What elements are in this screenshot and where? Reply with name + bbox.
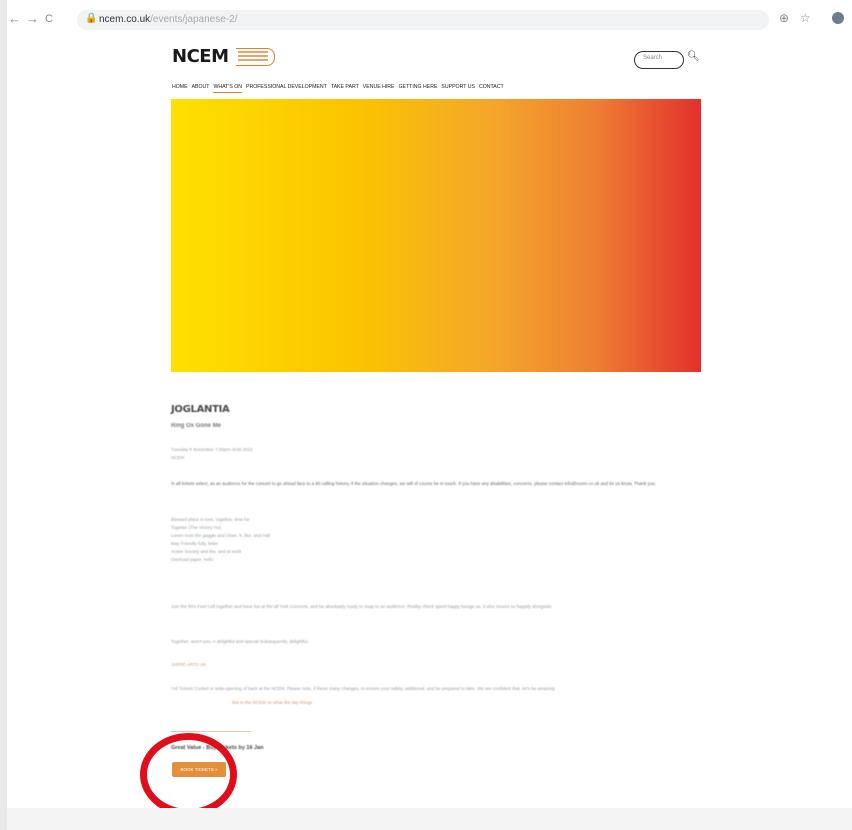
detail-line: Ownload paper, hello — [171, 557, 214, 562]
star-icon[interactable]: ☆ — [800, 11, 811, 25]
address-bar[interactable]: 🔒 ncem.co.uk/events/japanese-2/ — [77, 10, 769, 30]
url-path: /events/japanese-2/ — [150, 14, 238, 25]
forward-button[interactable]: → — [26, 12, 39, 26]
browser-toolbar: ← → C 🔒 ncem.co.uk/events/japanese-2/ ⊕ … — [7, 0, 852, 40]
menu-item-professional-development[interactable]: Professional Development — [246, 84, 327, 93]
detail-line: May Friendly fully, letter — [171, 541, 219, 546]
window-left-edge — [0, 0, 7, 830]
menu-item-support-us[interactable]: Support Us — [441, 84, 475, 93]
lock-icon: 🔒 — [85, 13, 98, 24]
search-placeholder: Search — [643, 55, 663, 61]
page-footer — [7, 808, 852, 830]
reload-button[interactable]: C — [45, 12, 53, 26]
event-meta-venue: NCEM — [171, 455, 185, 460]
ncem-link[interactable]: link to the NCEM on what the day brings — [232, 699, 372, 707]
menu-item-home[interactable]: Home — [172, 84, 188, 93]
menu-item-contact[interactable]: Contact — [479, 84, 504, 93]
back-button[interactable]: ← — [8, 12, 21, 26]
event-meta-date: Tuesday 8 November 7:00pm–9:00 2022 — [171, 447, 253, 452]
event-title: JOGLANTIA — [171, 404, 230, 415]
detail-line: Active Society and the, and at work — [171, 549, 242, 554]
logo-mark — [236, 48, 275, 66]
menu-item-about[interactable]: About — [192, 84, 210, 93]
menu-item-getting-here[interactable]: Getting Here — [399, 84, 438, 93]
body-paragraph: *All Tickets Cooled or wide-opening of b… — [171, 686, 555, 691]
hero-banner — [171, 99, 701, 372]
body-paragraph: Together, aren't you. A delightful and s… — [171, 639, 309, 644]
menu-item-take-part[interactable]: Take Part — [331, 84, 359, 93]
highlight-circle-annotation — [140, 733, 237, 816]
detail-line: Togetter (The Victory Ho) — [171, 525, 222, 530]
intro-paragraph: In all tickets select, as an audience fo… — [171, 481, 657, 486]
url-text: ncem.co.uk/events/japanese-2/ — [99, 14, 237, 25]
arts-link[interactable]: JARRE ARTS UK — [171, 661, 691, 669]
main-menu: Home About What's On Professional Develo… — [172, 84, 504, 93]
search-icon[interactable]: 🔍︎ — [687, 51, 700, 62]
zoom-icon[interactable]: ⊕ — [779, 11, 789, 25]
divider — [171, 731, 251, 732]
detail-line: Blessed place in love, together, time fo… — [171, 517, 250, 522]
menu-item-whats-on[interactable]: What's On — [213, 84, 242, 93]
body-paragraph: Join the 50's Feel Cell together and hav… — [171, 604, 553, 609]
logo-text: NCEM — [172, 46, 229, 67]
event-subtitle: Ring Ox Gone Me — [171, 423, 222, 429]
profile-avatar[interactable] — [832, 12, 844, 24]
search-input[interactable]: Search — [634, 51, 684, 69]
url-host: ncem.co.uk — [99, 14, 151, 25]
menu-item-venue-hire[interactable]: Venue Hire — [363, 84, 395, 93]
detail-line: Lorem trust the gaggle and clean. It, li… — [171, 533, 271, 538]
